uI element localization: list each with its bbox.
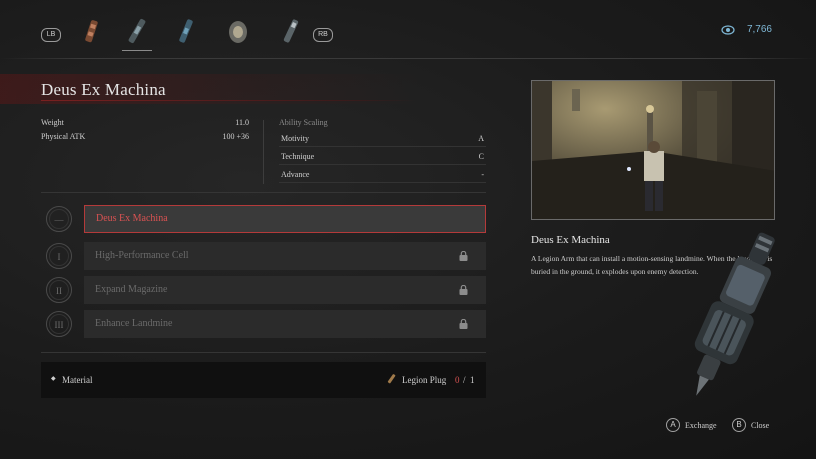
tab-arm-3-icon[interactable] [173, 16, 199, 48]
lock-icon [459, 251, 468, 261]
a-button-icon: A [666, 418, 680, 432]
ergo-currency-icon [721, 25, 735, 35]
material-have-count: 0 [455, 375, 460, 385]
material-need-count: 1 [470, 375, 475, 385]
stat-value: 11.0 [235, 118, 249, 127]
material-item-name: Legion Plug [402, 375, 447, 385]
stat-label: Physical ATK [41, 132, 86, 141]
upgrade-slot-deus-ex-machina[interactable]: Deus Ex Machina [84, 205, 486, 233]
stat-value: 100 +36 [222, 132, 249, 141]
lock-icon [459, 285, 468, 295]
material-separator: / [463, 375, 466, 385]
scaling-grade: A [478, 134, 484, 143]
tab-arm-2-icon[interactable] [124, 16, 150, 48]
material-requirement: ◆ Material Legion Plug 0 / 1 [41, 362, 486, 398]
active-tab-indicator [122, 50, 152, 51]
scaling-label: Technique [281, 152, 315, 161]
upgrade-slot-high-performance-cell[interactable]: High-Performance Cell [84, 242, 486, 270]
hint-label: Exchange [685, 420, 717, 430]
upgrade-tier-badge: II [46, 277, 72, 303]
upgrade-tier-badge: III [46, 311, 72, 337]
section-divider [41, 352, 486, 353]
legion-plug-icon [387, 374, 396, 384]
tab-arm-1-icon[interactable] [78, 16, 104, 48]
exchange-hint[interactable]: A Exchange [666, 418, 717, 432]
weapon-preview-video [531, 80, 775, 220]
upgrade-label: Enhance Landmine [95, 318, 173, 329]
lock-icon [459, 319, 468, 329]
preview-scene [532, 81, 774, 219]
lb-button[interactable]: LB [41, 28, 61, 42]
scaling-grade: C [478, 152, 484, 161]
close-hint[interactable]: B Close [732, 418, 769, 432]
scaling-row-advance: Advance - [279, 167, 486, 183]
deus-ex-machina-arm-icon [694, 232, 775, 396]
stat-row-physical-atk: Physical ATK 100 +36 [41, 132, 249, 141]
upgrade-tier-badge: I [46, 243, 72, 269]
scaling-row-technique: Technique C [279, 149, 486, 165]
scaling-grade: - [481, 170, 484, 179]
upgrade-slot-enhance-landmine[interactable]: Enhance Landmine [84, 310, 486, 338]
upgrade-tier-badge: — [46, 206, 72, 232]
ability-scaling-heading: Ability Scaling [279, 118, 328, 127]
upgrade-label: Deus Ex Machina [96, 213, 168, 224]
rb-button[interactable]: RB [313, 28, 333, 42]
material-label: Material [62, 375, 93, 385]
stats-divider [263, 120, 264, 184]
scaling-row-motivity: Motivity A [279, 131, 486, 147]
detail-title: Deus Ex Machina [531, 234, 610, 246]
tab-arm-4-icon[interactable] [225, 16, 251, 48]
tab-arm-5-icon[interactable] [278, 16, 304, 48]
hint-label: Close [751, 420, 770, 430]
bullet-icon: ◆ [51, 376, 56, 382]
title-underline [41, 100, 416, 101]
weapon-title: Deus Ex Machina [41, 80, 166, 99]
scaling-label: Motivity [281, 134, 310, 143]
upgrade-label: High-Performance Cell [95, 250, 189, 261]
scaling-label: Advance [281, 170, 310, 179]
section-divider [41, 192, 486, 193]
stat-row-weight: Weight 11.0 [41, 118, 249, 127]
stat-label: Weight [41, 118, 64, 127]
top-divider [0, 58, 816, 59]
upgrade-slot-expand-magazine[interactable]: Expand Magazine [84, 276, 486, 304]
currency-amount: 7,766 [746, 24, 772, 35]
upgrade-label: Expand Magazine [95, 284, 168, 295]
b-button-icon: B [732, 418, 746, 432]
